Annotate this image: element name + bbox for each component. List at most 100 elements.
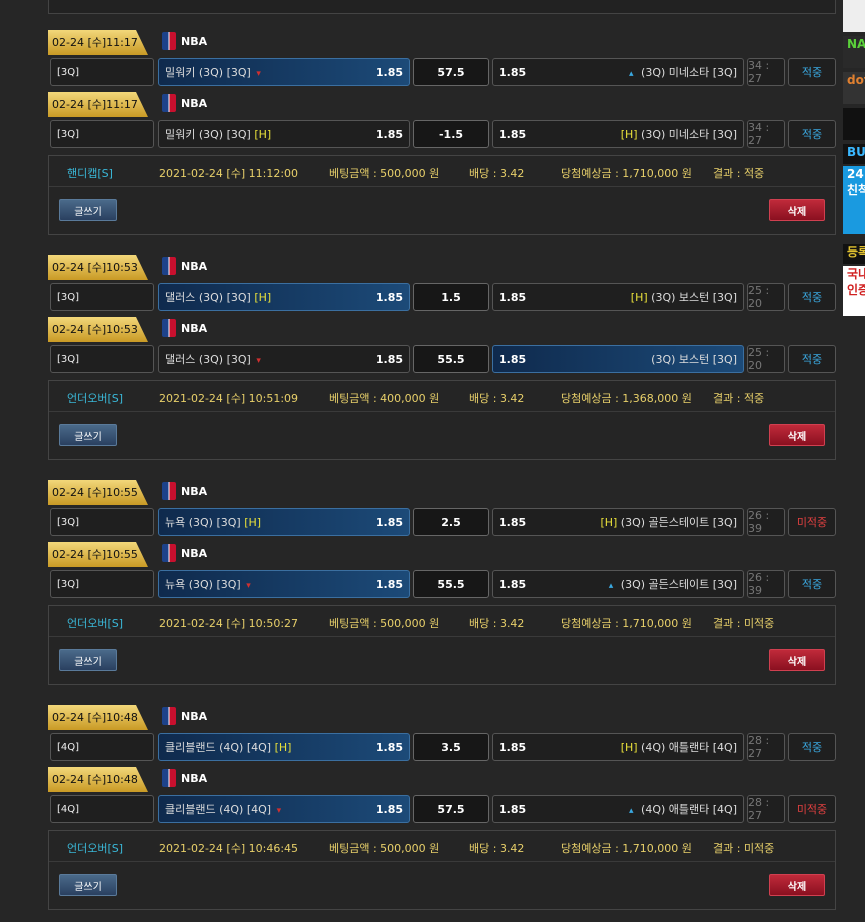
league-label: NBA xyxy=(162,31,207,51)
blue-dot-icon: ▴ xyxy=(608,581,614,591)
home-team-name: 밀워키 (3Q) [3Q] xyxy=(165,66,251,79)
quarter-cell: [3Q] xyxy=(50,58,154,86)
delete-button[interactable]: 삭제 xyxy=(769,424,825,446)
bet-summary: 언더오버[S] 2021-02-24 [수] 10:51:09 베팅금액 : 4… xyxy=(48,380,836,460)
away-team-odds-button[interactable]: 1.85 (3Q) 보스턴 [3Q] xyxy=(492,345,744,373)
away-team-odds-button[interactable]: 1.85 ▴ (3Q) 골든스테이트 [3Q] xyxy=(492,570,744,598)
summary-line: 언더오버[S] 2021-02-24 [수] 10:50:27 베팅금액 : 5… xyxy=(49,606,835,637)
away-team-odds-button[interactable]: 1.85 [H] (3Q) 미네소타 [3Q] xyxy=(492,120,744,148)
expected-win: 당첨예상금 : 1,368,000 원 xyxy=(561,392,692,405)
home-team-odds-button[interactable]: 뉴욕 (3Q) [3Q] [H] 1.85 xyxy=(158,508,410,536)
home-team-odds-button[interactable]: 밀워키 (3Q) [3Q] [H] 1.85 xyxy=(158,120,410,148)
expected-win: 당첨예상금 : 1,710,000 원 xyxy=(561,842,692,855)
home-odds: 1.85 xyxy=(375,352,403,366)
home-odds: 1.85 xyxy=(375,127,403,141)
bet-amount: 베팅금액 : 500,000 원 xyxy=(329,167,440,180)
side-banner[interactable]: NA xyxy=(843,36,865,68)
quarter-cell: [3Q] xyxy=(50,283,154,311)
away-team-odds-button[interactable]: 1.85 [H] (4Q) 애틀랜타 [4Q] xyxy=(492,733,744,761)
side-banner[interactable]: BU xyxy=(843,144,865,164)
home-team-odds-button[interactable]: 밀워키 (3Q) [3Q] ▾ 1.85 xyxy=(158,58,410,86)
line-value[interactable]: 55.5 xyxy=(413,345,489,373)
home-team-odds-button[interactable]: 댈러스 (3Q) [3Q] ▾ 1.85 xyxy=(158,345,410,373)
line-value[interactable]: 1.5 xyxy=(413,283,489,311)
expected-win: 당첨예상금 : 1,710,000 원 xyxy=(561,617,692,630)
nba-logo-icon xyxy=(162,32,176,50)
bet-row: [4Q] 클리블랜드 (4Q) [4Q] [H] 1.85 3.5 1.85 [… xyxy=(48,730,836,764)
side-banner[interactable]: dot xyxy=(843,72,865,104)
home-team-name: 클리블랜드 (4Q) [4Q] xyxy=(165,741,272,754)
bet-type: 언더오버[S] xyxy=(67,842,124,855)
red-dot-icon: ▾ xyxy=(256,356,261,366)
side-banner-text: dot xyxy=(847,73,865,87)
score-cell: 28 : 27 xyxy=(747,733,785,761)
away-odds: 1.85 xyxy=(499,352,527,366)
total-odds: 배당 : 3.42 xyxy=(469,617,525,630)
write-post-button[interactable]: 글쓰기 xyxy=(59,649,117,671)
league-name: NBA xyxy=(181,709,208,723)
away-team-name: (3Q) 미네소타 [3Q] xyxy=(641,128,737,141)
score-cell: 28 : 27 xyxy=(747,795,785,823)
quarter-cell: [3Q] xyxy=(50,345,154,373)
away-team-odds-button[interactable]: 1.85 [H] (3Q) 보스턴 [3Q] xyxy=(492,283,744,311)
bet-summary: 언더오버[S] 2021-02-24 [수] 10:50:27 베팅금액 : 5… xyxy=(48,605,836,685)
home-odds: 1.85 xyxy=(375,290,403,304)
handicap-flag: [H] xyxy=(620,741,638,754)
delete-button[interactable]: 삭제 xyxy=(769,649,825,671)
side-banner[interactable]: 24 친척 xyxy=(843,166,865,234)
side-banner[interactable]: 등록 xyxy=(843,244,865,264)
away-team-name: (3Q) 보스턴 [3Q] xyxy=(651,291,737,304)
league-label: NBA xyxy=(162,93,207,113)
away-team-odds-button[interactable]: 1.85 ▴ (3Q) 미네소타 [3Q] xyxy=(492,58,744,86)
score-cell: 25 : 20 xyxy=(747,283,785,311)
write-post-button[interactable]: 글쓰기 xyxy=(59,424,117,446)
total-odds: 배당 : 3.42 xyxy=(469,392,525,405)
line-value[interactable]: 3.5 xyxy=(413,733,489,761)
league-name: NBA xyxy=(181,259,208,273)
home-team-name: 뉴욕 (3Q) [3Q] xyxy=(165,516,241,529)
away-team-odds-button[interactable]: 1.85 ▴ (4Q) 애틀랜타 [4Q] xyxy=(492,795,744,823)
side-banner[interactable]: 국내 인증 xyxy=(843,266,865,316)
home-team-name: 뉴욕 (3Q) [3Q] xyxy=(165,578,241,591)
home-team-odds-button[interactable]: 댈러스 (3Q) [3Q] [H] 1.85 xyxy=(158,283,410,311)
bet-datetime: 2021-02-24 [수] 10:50:27 xyxy=(159,617,299,630)
league-name: NBA xyxy=(181,321,208,335)
side-banner[interactable] xyxy=(843,108,865,140)
write-post-button[interactable]: 글쓰기 xyxy=(59,199,117,221)
quarter-cell: [4Q] xyxy=(50,795,154,823)
line-value[interactable]: 55.5 xyxy=(413,570,489,598)
home-team-odds-button[interactable]: 클리블랜드 (4Q) [4Q] ▾ 1.85 xyxy=(158,795,410,823)
away-team-label: [H] (3Q) 골든스테이트 [3Q] xyxy=(600,514,737,530)
away-team-label: [H] (3Q) 미네소타 [3Q] xyxy=(621,126,737,142)
red-dot-icon: ▾ xyxy=(246,581,251,591)
home-team-odds-button[interactable]: 뉴욕 (3Q) [3Q] ▾ 1.85 xyxy=(158,570,410,598)
away-team-odds-button[interactable]: 1.85 [H] (3Q) 골든스테이트 [3Q] xyxy=(492,508,744,536)
match-header: 02-24 [수]10:55 NBA xyxy=(48,477,836,505)
line-value[interactable]: 57.5 xyxy=(413,58,489,86)
summary-line: 핸디캡[S] 2021-02-24 [수] 11:12:00 베팅금액 : 50… xyxy=(49,156,835,187)
delete-button[interactable]: 삭제 xyxy=(769,874,825,896)
home-team-label: 클리블랜드 (4Q) [4Q] ▾ xyxy=(165,801,281,817)
home-team-label: 댈러스 (3Q) [3Q] [H] xyxy=(165,289,271,305)
line-value[interactable]: -1.5 xyxy=(413,120,489,148)
handicap-flag: [H] xyxy=(254,128,272,141)
league-name: NBA xyxy=(181,546,208,560)
away-odds: 1.85 xyxy=(499,290,527,304)
match-header: 02-24 [수]11:17 NBA xyxy=(48,89,836,117)
match-header: 02-24 [수]10:48 NBA xyxy=(48,702,836,730)
away-team-label: (3Q) 보스턴 [3Q] xyxy=(651,351,737,367)
bet-result: 결과 : 미적중 xyxy=(713,842,775,855)
home-team-label: 뉴욕 (3Q) [3Q] [H] xyxy=(165,514,261,530)
match-header: 02-24 [수]10:55 NBA xyxy=(48,539,836,567)
line-value[interactable]: 57.5 xyxy=(413,795,489,823)
quarter-cell: [4Q] xyxy=(50,733,154,761)
side-banner[interactable] xyxy=(843,0,865,32)
delete-button[interactable]: 삭제 xyxy=(769,199,825,221)
write-post-button[interactable]: 글쓰기 xyxy=(59,874,117,896)
match-header: 02-24 [수]10:53 NBA xyxy=(48,314,836,342)
line-value[interactable]: 2.5 xyxy=(413,508,489,536)
nba-logo-icon xyxy=(162,94,176,112)
league-label: NBA xyxy=(162,768,207,788)
match-datetime: 02-24 [수]10:48 xyxy=(48,705,148,730)
home-team-odds-button[interactable]: 클리블랜드 (4Q) [4Q] [H] 1.85 xyxy=(158,733,410,761)
